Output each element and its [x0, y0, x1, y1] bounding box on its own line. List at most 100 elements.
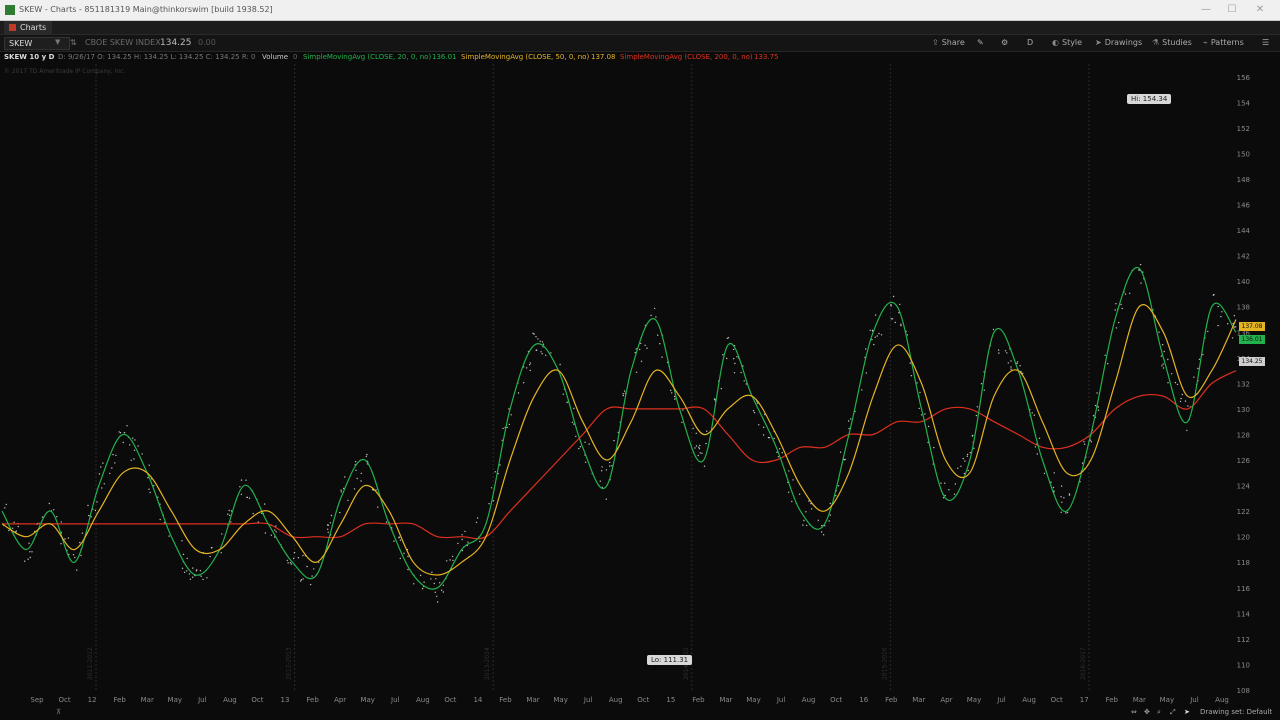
price-dot — [206, 577, 208, 579]
price-dot — [706, 430, 708, 432]
price-dot — [1221, 311, 1223, 313]
price-dot — [28, 542, 30, 544]
scroll-handle[interactable]: ⊼ — [56, 705, 61, 720]
price-dot — [992, 328, 995, 331]
price-dot — [436, 601, 439, 603]
price-dot — [499, 464, 501, 466]
price-dot — [673, 395, 676, 398]
price-dot — [646, 347, 648, 349]
y-tick-label: 142 — [1237, 253, 1250, 261]
price-dot — [762, 426, 765, 428]
price-dot — [588, 443, 590, 445]
price-dot — [788, 491, 790, 493]
price-dot — [1120, 303, 1122, 306]
year-label: 2016-2017 — [1080, 647, 1087, 680]
price-dot — [289, 562, 292, 564]
x-tick-label: Jul — [1189, 696, 1199, 704]
price-dot — [1036, 453, 1039, 455]
price-dot — [692, 427, 694, 430]
cursor-icon[interactable]: ➤ — [1184, 705, 1190, 720]
price-dot — [1158, 331, 1160, 333]
price-chart[interactable]: 108 110 112 114 116 118 120 122 124 126 128 130 132 1… — [0, 0, 1280, 705]
drawing-set-label[interactable]: Drawing set: Default — [1200, 705, 1272, 720]
price-dot — [1034, 446, 1037, 448]
price-dot — [228, 509, 230, 512]
move-icon[interactable]: ✥ — [1144, 705, 1150, 720]
x-tick-label: Aug — [223, 696, 237, 704]
price-dot — [1231, 337, 1234, 339]
price-dot — [439, 582, 441, 584]
x-tick-label: Jul — [776, 696, 786, 704]
price-dot — [820, 531, 823, 533]
x-tick-label: Aug — [1215, 696, 1229, 704]
x-tick-label: Mar — [141, 696, 154, 704]
price-dot — [423, 581, 425, 583]
price-dot — [727, 337, 730, 339]
price-dot — [1060, 511, 1062, 513]
x-tick-label: Feb — [1106, 696, 1119, 704]
y-tick-label: 114 — [1237, 610, 1251, 618]
price-dot — [1162, 363, 1164, 365]
price-dot — [327, 531, 329, 533]
y-tick-label: 138 — [1237, 304, 1250, 312]
price-dot — [891, 318, 894, 320]
sma50-price-tag: 137.08 — [1239, 322, 1265, 331]
price-dots — [3, 263, 1237, 603]
price-dot — [119, 432, 122, 434]
price-dot — [695, 432, 697, 434]
price-dot — [27, 558, 29, 560]
x-tick-label: Jul — [197, 696, 207, 704]
series-line-0 — [1, 266, 1237, 590]
price-dot — [835, 495, 837, 497]
price-dot — [599, 480, 601, 482]
price-dot — [188, 573, 191, 575]
price-dot — [980, 383, 983, 385]
price-dot — [878, 332, 880, 335]
price-dot — [1139, 263, 1142, 266]
price-dot — [88, 514, 90, 517]
price-dot — [698, 446, 700, 448]
pan-icon[interactable]: ⇔ — [1131, 705, 1137, 720]
price-dot — [72, 554, 75, 556]
x-tick-label: Feb — [692, 696, 705, 704]
price-dot — [1212, 294, 1215, 296]
price-dot — [1007, 362, 1009, 364]
price-dot — [973, 447, 975, 449]
y-tick-label: 140 — [1237, 278, 1250, 286]
x-tick-label: May — [746, 696, 760, 704]
x-tick-label: Feb — [306, 696, 319, 704]
price-dot — [849, 418, 852, 420]
price-dot — [1138, 269, 1140, 271]
price-dot — [141, 453, 143, 455]
price-dot — [869, 329, 871, 331]
price-dot — [475, 521, 478, 524]
x-tick-label: Aug — [802, 696, 816, 704]
price-dot — [200, 575, 202, 577]
price-dot — [767, 436, 770, 439]
price-dot — [969, 452, 971, 454]
price-dot — [290, 563, 293, 565]
price-dot — [300, 579, 303, 581]
price-dot — [31, 551, 33, 553]
price-dot — [492, 500, 495, 502]
price-dot — [148, 488, 150, 490]
price-dot — [529, 362, 531, 364]
price-dot — [452, 559, 454, 562]
price-dot — [189, 578, 192, 580]
price-dot — [537, 338, 539, 340]
price-dot — [890, 305, 892, 307]
price-dot — [976, 406, 979, 408]
price-dot — [393, 540, 395, 542]
price-dot — [407, 568, 409, 571]
zoom-icon[interactable]: ⌕ — [1157, 705, 1161, 720]
price-dot — [722, 354, 724, 356]
price-dot — [326, 524, 329, 526]
price-dot — [622, 393, 624, 395]
price-dot — [488, 503, 490, 505]
expand-icon[interactable]: ⤢ — [1170, 705, 1176, 720]
price-dot — [1197, 367, 1199, 370]
price-dot — [533, 333, 535, 335]
x-tick-label: Oct — [1051, 696, 1063, 704]
price-dot — [240, 493, 243, 496]
price-dot — [788, 470, 790, 472]
